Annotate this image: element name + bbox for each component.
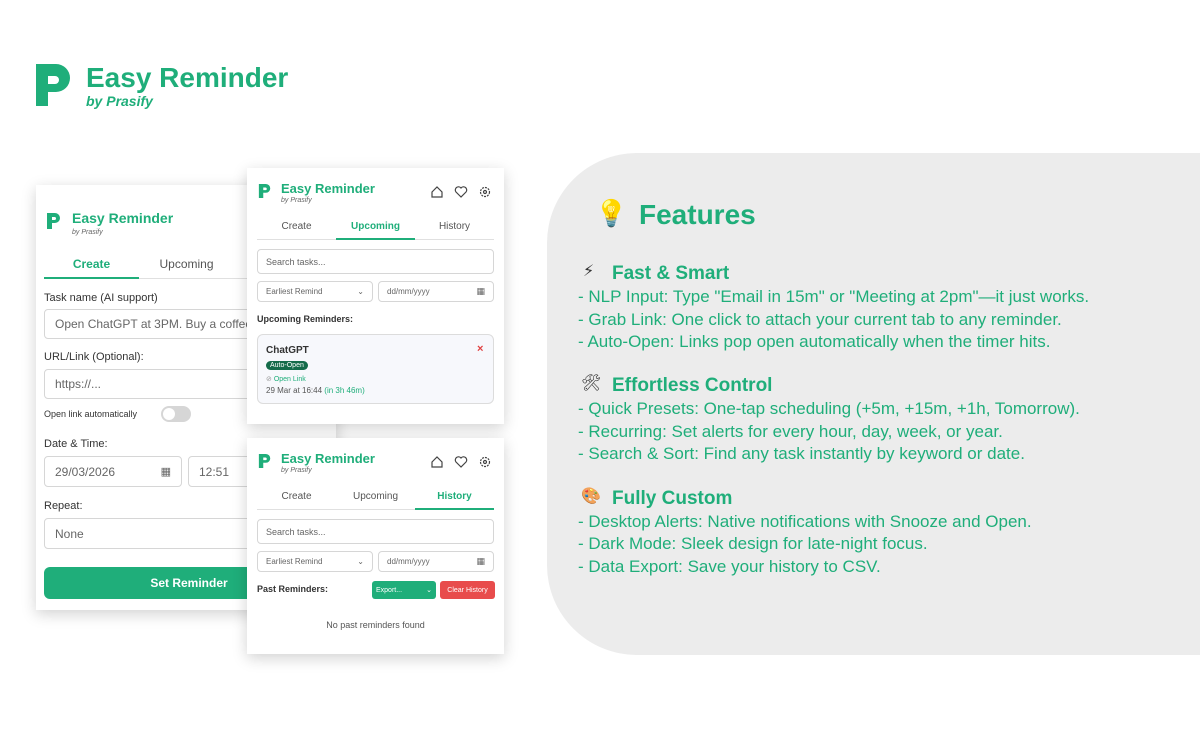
- lightbulb-icon: 💡: [595, 198, 628, 228]
- feature-item: - Data Export: Save your history to CSV.: [578, 557, 881, 576]
- clear-history-button[interactable]: Clear History: [440, 581, 495, 599]
- open-link[interactable]: ⊘ Open Link: [266, 375, 306, 383]
- gear-icon[interactable]: [478, 185, 492, 199]
- feature-item: - Dark Mode: Sleek design for late-night…: [578, 534, 928, 553]
- search-input[interactable]: Search tasks...: [257, 519, 494, 544]
- auto-open-badge: Auto-Open: [266, 361, 308, 370]
- app-subtitle: by Prasify: [72, 229, 103, 236]
- app-title: Easy Reminder: [281, 451, 375, 466]
- tab-upcoming[interactable]: Upcoming: [336, 221, 415, 232]
- app-title: Easy Reminder: [281, 181, 375, 196]
- feature-item: - NLP Input: Type "Email in 15m" or "Mee…: [578, 287, 1090, 306]
- tab-upcoming[interactable]: Upcoming: [336, 491, 415, 502]
- app-logo-icon: [47, 213, 60, 229]
- repeat-label: Repeat:: [44, 500, 83, 512]
- reminder-time: 29 Mar at 16:44 (in 3h 46m): [266, 386, 365, 395]
- tab-history[interactable]: History: [415, 491, 494, 502]
- export-label: Export...: [376, 586, 403, 594]
- export-select[interactable]: Export... ⌄: [372, 581, 436, 599]
- app-subtitle: by Prasify: [281, 467, 312, 474]
- section-heading-fast: Fast & Smart: [612, 263, 730, 284]
- feature-item: - Auto-Open: Links pop open automaticall…: [578, 332, 1051, 351]
- delete-icon[interactable]: ×: [477, 343, 483, 355]
- reminder-relative-time: (in 3h 46m): [324, 386, 365, 395]
- feature-item: - Quick Presets: One-tap scheduling (+5m…: [578, 399, 1080, 418]
- link-icon: ⊘: [266, 376, 272, 383]
- tab-create[interactable]: Create: [257, 491, 336, 502]
- heart-icon[interactable]: [454, 185, 468, 199]
- feature-item: - Desktop Alerts: Native notifications w…: [578, 512, 1032, 531]
- calendar-icon[interactable]: ▦: [476, 286, 485, 297]
- date-filter-input[interactable]: dd/mm/yyyy ▦: [378, 281, 494, 302]
- datetime-label: Date & Time:: [44, 438, 108, 450]
- feature-item: - Search & Sort: Find any task instantly…: [578, 444, 1025, 463]
- open-auto-toggle[interactable]: [161, 406, 191, 422]
- date-input[interactable]: 29/03/2026 ▦: [44, 456, 182, 487]
- feature-item: - Recurring: Set alerts for every hour, …: [578, 422, 1003, 441]
- date-filter-placeholder: dd/mm/yyyy: [387, 557, 430, 566]
- sort-value: Earliest Remind: [266, 557, 323, 566]
- tab-create[interactable]: Create: [257, 221, 336, 232]
- heart-icon[interactable]: [454, 455, 468, 469]
- history-panel: Easy Reminder by Prasify Create Upcoming…: [247, 438, 504, 654]
- app-logo-icon: [258, 454, 271, 468]
- task-name-label: Task name (AI support): [44, 292, 158, 304]
- upcoming-panel: Easy Reminder by Prasify Create Upcoming…: [247, 168, 504, 424]
- reminder-title: ChatGPT: [266, 345, 309, 356]
- calendar-icon[interactable]: ▦: [161, 465, 171, 478]
- empty-state-text: No past reminders found: [326, 620, 425, 630]
- date-filter-placeholder: dd/mm/yyyy: [387, 287, 430, 296]
- chevron-down-icon: ⌄: [426, 587, 432, 594]
- section-heading-control: Effortless Control: [612, 375, 773, 396]
- past-section-label: Past Reminders:: [257, 584, 329, 594]
- features-title: Features: [639, 199, 756, 230]
- app-title: Easy Reminder: [72, 210, 174, 226]
- app-logo-icon: [258, 184, 271, 198]
- home-icon[interactable]: [430, 185, 444, 199]
- upcoming-section-label: Upcoming Reminders:: [257, 314, 354, 324]
- chevron-down-icon: ⌄: [357, 287, 364, 296]
- tools-icon: 🛠: [581, 375, 602, 392]
- sort-value: Earliest Remind: [266, 287, 323, 296]
- date-value: 29/03/2026: [55, 464, 116, 479]
- search-input[interactable]: Search tasks...: [257, 249, 494, 274]
- sort-select[interactable]: Earliest Remind ⌄: [257, 281, 373, 302]
- url-label: URL/Link (Optional):: [44, 351, 144, 363]
- features-card: 💡 Features ⚡ Fast & Smart - NLP Input: T…: [547, 153, 1200, 655]
- date-filter-input[interactable]: dd/mm/yyyy ▦: [378, 551, 494, 572]
- brand-subtitle: by Prasify: [86, 93, 153, 109]
- reminder-card[interactable]: ChatGPT × Auto-Open ⊘ Open Link 29 Mar a…: [257, 334, 494, 404]
- chevron-down-icon: ⌄: [357, 557, 364, 566]
- tab-history[interactable]: History: [415, 221, 494, 232]
- section-heading-custom: Fully Custom: [612, 488, 733, 509]
- calendar-icon[interactable]: ▦: [476, 556, 485, 567]
- feature-item: - Grab Link: One click to attach your cu…: [578, 310, 1062, 329]
- lightning-icon: ⚡: [583, 263, 595, 280]
- app-subtitle: by Prasify: [281, 197, 312, 204]
- brand-title: Easy Reminder: [86, 62, 289, 93]
- tab-upcoming[interactable]: Upcoming: [139, 257, 234, 271]
- home-icon[interactable]: [430, 455, 444, 469]
- sort-select[interactable]: Earliest Remind ⌄: [257, 551, 373, 572]
- brand-logo-icon: [36, 64, 70, 106]
- gear-icon[interactable]: [478, 455, 492, 469]
- palette-icon: 🎨: [581, 488, 601, 505]
- open-auto-label: Open link automatically: [44, 409, 138, 419]
- tab-create[interactable]: Create: [44, 257, 139, 271]
